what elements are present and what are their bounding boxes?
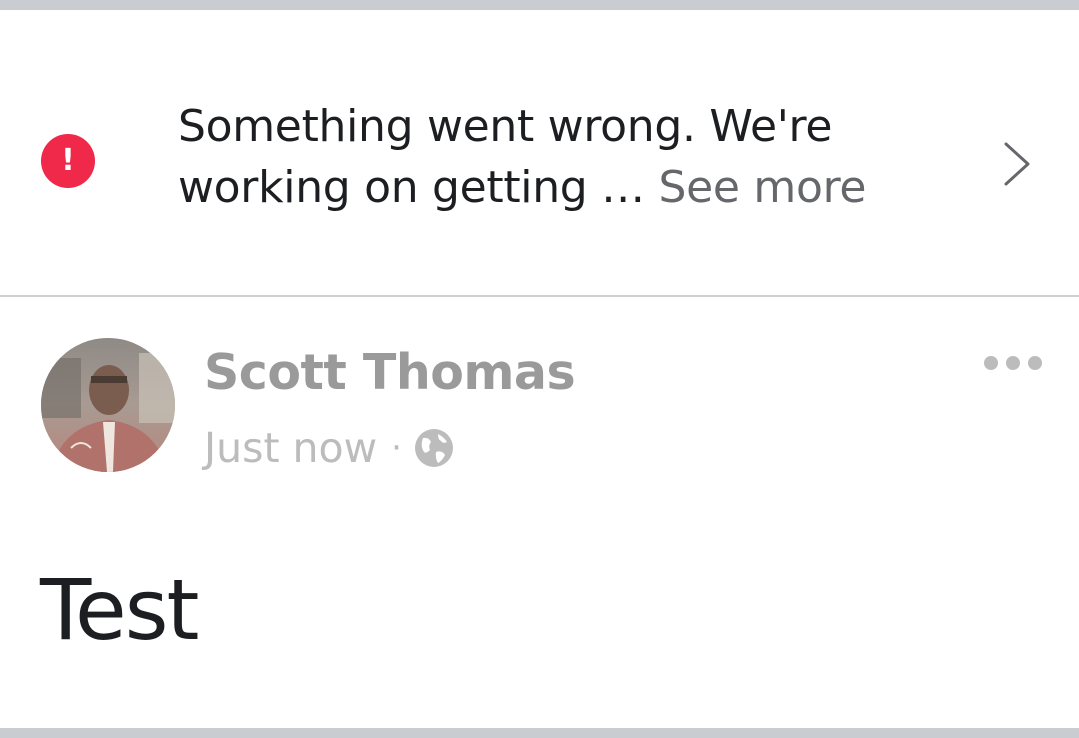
post-timestamp[interactable]: Just now bbox=[204, 424, 377, 472]
post-meta: Just now · bbox=[204, 420, 454, 476]
divider bbox=[0, 295, 1079, 297]
error-banner[interactable]: ! Something went wrong. We're working on… bbox=[0, 10, 1079, 295]
feed-page: ! Something went wrong. We're working on… bbox=[0, 0, 1079, 738]
post-body-text: Test bbox=[40, 561, 199, 659]
error-message: Something went wrong. We're working on g… bbox=[178, 96, 958, 218]
chevron-right-icon[interactable] bbox=[998, 140, 1034, 188]
see-more-link[interactable]: See more bbox=[659, 162, 867, 213]
meta-separator: · bbox=[391, 428, 402, 468]
top-separator-bar bbox=[0, 0, 1079, 10]
globe-icon[interactable] bbox=[414, 428, 454, 468]
exclamation-icon: ! bbox=[41, 134, 95, 188]
author-name[interactable]: Scott Thomas bbox=[204, 340, 576, 406]
more-horizontal-icon[interactable] bbox=[982, 350, 1044, 376]
avatar[interactable] bbox=[41, 338, 175, 472]
avatar-photo bbox=[41, 338, 175, 472]
bottom-separator-bar bbox=[0, 728, 1079, 738]
